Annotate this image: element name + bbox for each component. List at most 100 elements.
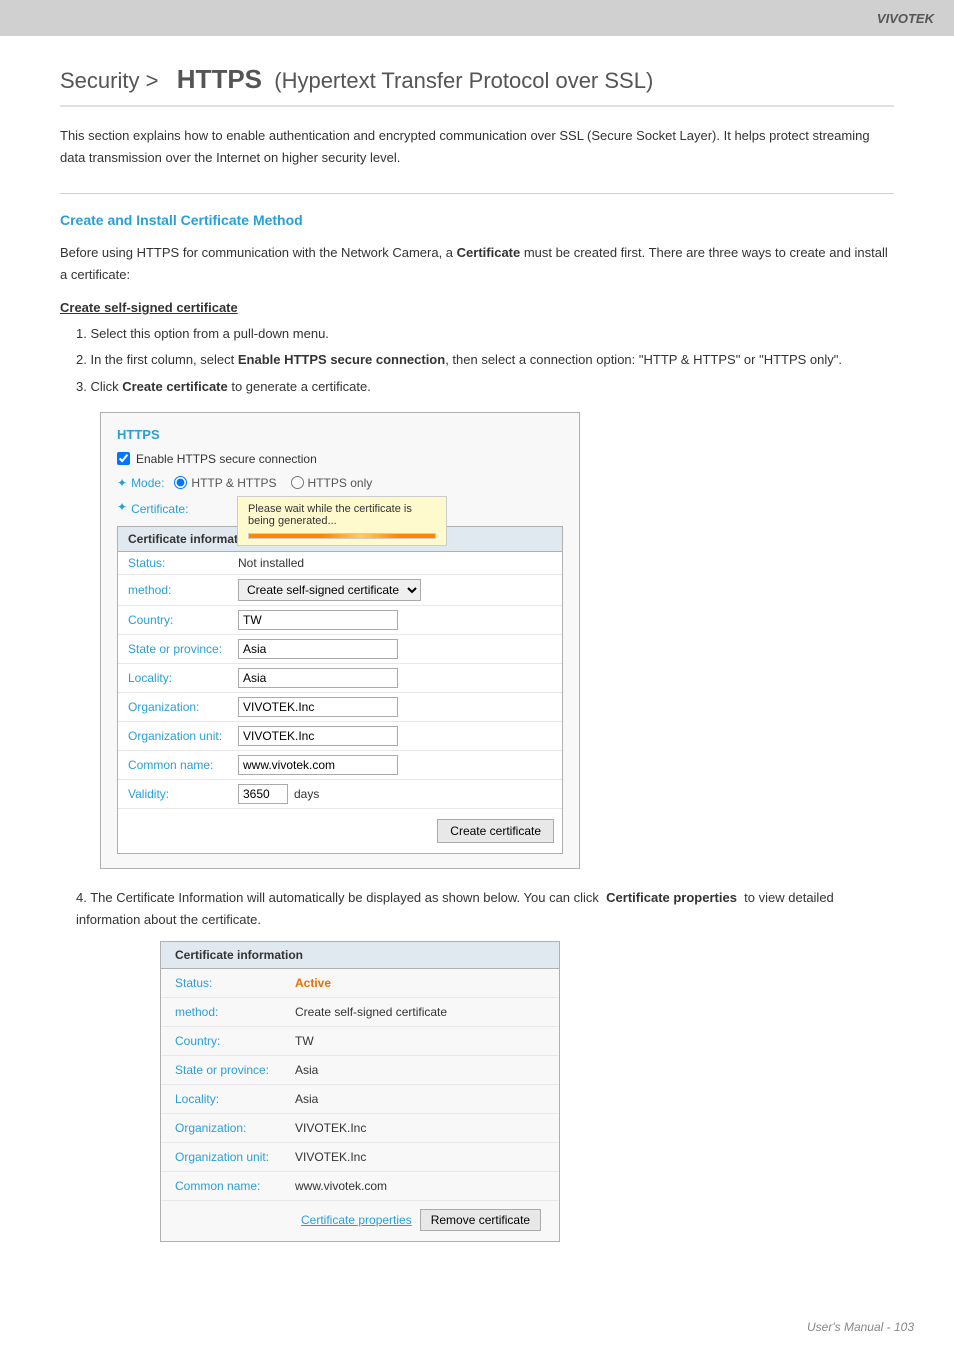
panel2-method-row: method: Create self-signed certificate — [161, 998, 559, 1027]
step4-link: Certificate properties — [606, 890, 737, 905]
step-1: 1. Select this option from a pull-down m… — [60, 323, 894, 345]
step4-before: 4. The Certificate Information will auto… — [76, 890, 599, 905]
tooltip-box: Please wait while the certificate is bei… — [237, 496, 447, 546]
validity-row: Validity: days — [118, 780, 562, 809]
panel2-method-value: Create self-signed certificate — [295, 1005, 447, 1019]
common-name-input[interactable] — [238, 755, 398, 775]
country-input[interactable] — [238, 610, 398, 630]
cert-info-box: Certificate information Status: Not inst… — [117, 526, 563, 854]
https-only-option[interactable]: HTTPS only — [291, 476, 373, 490]
tooltip-progress — [248, 533, 436, 539]
panel2-status-value: Active — [295, 976, 331, 990]
panel2-country-row: Country: TW — [161, 1027, 559, 1056]
validity-row-inner: days — [238, 784, 319, 804]
locality-input[interactable] — [238, 668, 398, 688]
validity-label: Validity: — [128, 787, 238, 801]
enable-https-label: Enable HTTPS secure connection — [136, 452, 317, 466]
step-3: 3. Click Create certificate to generate … — [60, 376, 894, 398]
step4-text: 4. The Certificate Information will auto… — [60, 887, 894, 931]
tooltip-text: Please wait while the certificate is bei… — [248, 503, 412, 527]
https-panel-title: HTTPS — [117, 427, 563, 442]
panel2-state-label: State or province: — [175, 1063, 295, 1077]
panel2-locality-row: Locality: Asia — [161, 1085, 559, 1114]
section-heading: Create and Install Certificate Method — [60, 212, 894, 228]
panel2-method-label: method: — [175, 1005, 295, 1019]
cert-asterisk: ✦ — [117, 500, 127, 514]
mode-label: Mode: — [131, 476, 164, 490]
enable-https-checkbox[interactable] — [117, 452, 130, 465]
panel2-org-label: Organization: — [175, 1121, 295, 1135]
cert-panel2-header: Certificate information — [161, 942, 559, 969]
panel2-org-unit-value: VIVOTEK.Inc — [295, 1150, 366, 1164]
page-title: Security > HTTPS (Hypertext Transfer Pro… — [60, 64, 894, 107]
panel2-country-label: Country: — [175, 1034, 295, 1048]
panel2-locality-value: Asia — [295, 1092, 318, 1106]
status-row: Status: Not installed — [118, 552, 562, 575]
panel2-org-row: Organization: VIVOTEK.Inc — [161, 1114, 559, 1143]
mode-radio-group: HTTP & HTTPS HTTPS only — [174, 476, 372, 490]
method-select[interactable]: Create self-signed certificate — [238, 579, 421, 601]
locality-row: Locality: — [118, 664, 562, 693]
http-https-option[interactable]: HTTP & HTTPS — [174, 476, 276, 490]
cert-label: Certificate: — [131, 500, 188, 516]
panel2-status-label: Status: — [175, 976, 295, 990]
panel2-state-value: Asia — [295, 1063, 318, 1077]
brand-name: VIVOTEK — [877, 11, 934, 26]
org-unit-label: Organization unit: — [128, 729, 238, 743]
state-label: State or province: — [128, 642, 238, 656]
panel2-org-value: VIVOTEK.Inc — [295, 1121, 366, 1135]
panel2-common-name-row: Common name: www.vivotek.com — [161, 1172, 559, 1201]
country-row: Country: — [118, 606, 562, 635]
steps-list: 1. Select this option from a pull-down m… — [60, 323, 894, 397]
title-prefix: Security > — [60, 68, 158, 93]
common-name-label: Common name: — [128, 758, 238, 772]
content: Security > HTTPS (Hypertext Transfer Pro… — [0, 36, 954, 1300]
title-subtitle: (Hypertext Transfer Protocol over SSL) — [274, 68, 653, 93]
org-unit-input[interactable] — [238, 726, 398, 746]
method-row: method: Create self-signed certificate — [118, 575, 562, 606]
org-label: Organization: — [128, 700, 238, 714]
panel2-common-name-label: Common name: — [175, 1179, 295, 1193]
cert-actions: Certificate properties Remove certificat… — [161, 1201, 559, 1241]
panel2-state-row: State or province: Asia — [161, 1056, 559, 1085]
org-unit-row: Organization unit: — [118, 722, 562, 751]
step-2: 2. In the first column, select Enable HT… — [60, 349, 894, 371]
panel2-org-unit-row: Organization unit: VIVOTEK.Inc — [161, 1143, 559, 1172]
remove-certificate-button[interactable]: Remove certificate — [420, 1209, 541, 1231]
cert-row: ✦ Certificate: Please wait while the cer… — [117, 500, 563, 516]
https-panel: HTTPS Enable HTTPS secure connection ✦ M… — [100, 412, 580, 869]
https-only-label: HTTPS only — [308, 476, 373, 490]
intro-text: This section explains how to enable auth… — [60, 125, 894, 169]
footer-text: User's Manual - 103 — [807, 1320, 914, 1334]
panel2-status-row: Status: Active — [161, 969, 559, 998]
org-input[interactable] — [238, 697, 398, 717]
locality-label: Locality: — [128, 671, 238, 685]
status-label: Status: — [128, 556, 238, 570]
panel2-country-value: TW — [295, 1034, 314, 1048]
create-btn-row: Create certificate — [118, 809, 562, 853]
certificate-properties-link[interactable]: Certificate properties — [301, 1213, 412, 1227]
panel2-org-unit-label: Organization unit: — [175, 1150, 295, 1164]
divider — [60, 193, 894, 194]
panel2-common-name-value: www.vivotek.com — [295, 1179, 387, 1193]
country-label: Country: — [128, 613, 238, 627]
panel2-locality-label: Locality: — [175, 1092, 295, 1106]
enable-https-row: Enable HTTPS secure connection — [117, 452, 563, 466]
title-main: HTTPS — [177, 64, 262, 94]
validity-unit: days — [294, 787, 319, 801]
cert-panel2: Certificate information Status: Active m… — [160, 941, 560, 1242]
before-text: Before using HTTPS for communication wit… — [60, 242, 894, 286]
org-row: Organization: — [118, 693, 562, 722]
create-certificate-button[interactable]: Create certificate — [437, 819, 554, 843]
status-value: Not installed — [238, 556, 304, 570]
mode-row: ✦ Mode: HTTP & HTTPS HTTPS only — [117, 476, 563, 490]
common-name-row: Common name: — [118, 751, 562, 780]
state-input[interactable] — [238, 639, 398, 659]
subsection-heading: Create self-signed certificate — [60, 300, 894, 315]
mode-asterisk: ✦ — [117, 476, 127, 490]
page: VIVOTEK Security > HTTPS (Hypertext Tran… — [0, 0, 954, 1350]
validity-input[interactable] — [238, 784, 288, 804]
top-bar: VIVOTEK — [0, 0, 954, 36]
method-label: method: — [128, 583, 238, 597]
http-https-label: HTTP & HTTPS — [191, 476, 276, 490]
